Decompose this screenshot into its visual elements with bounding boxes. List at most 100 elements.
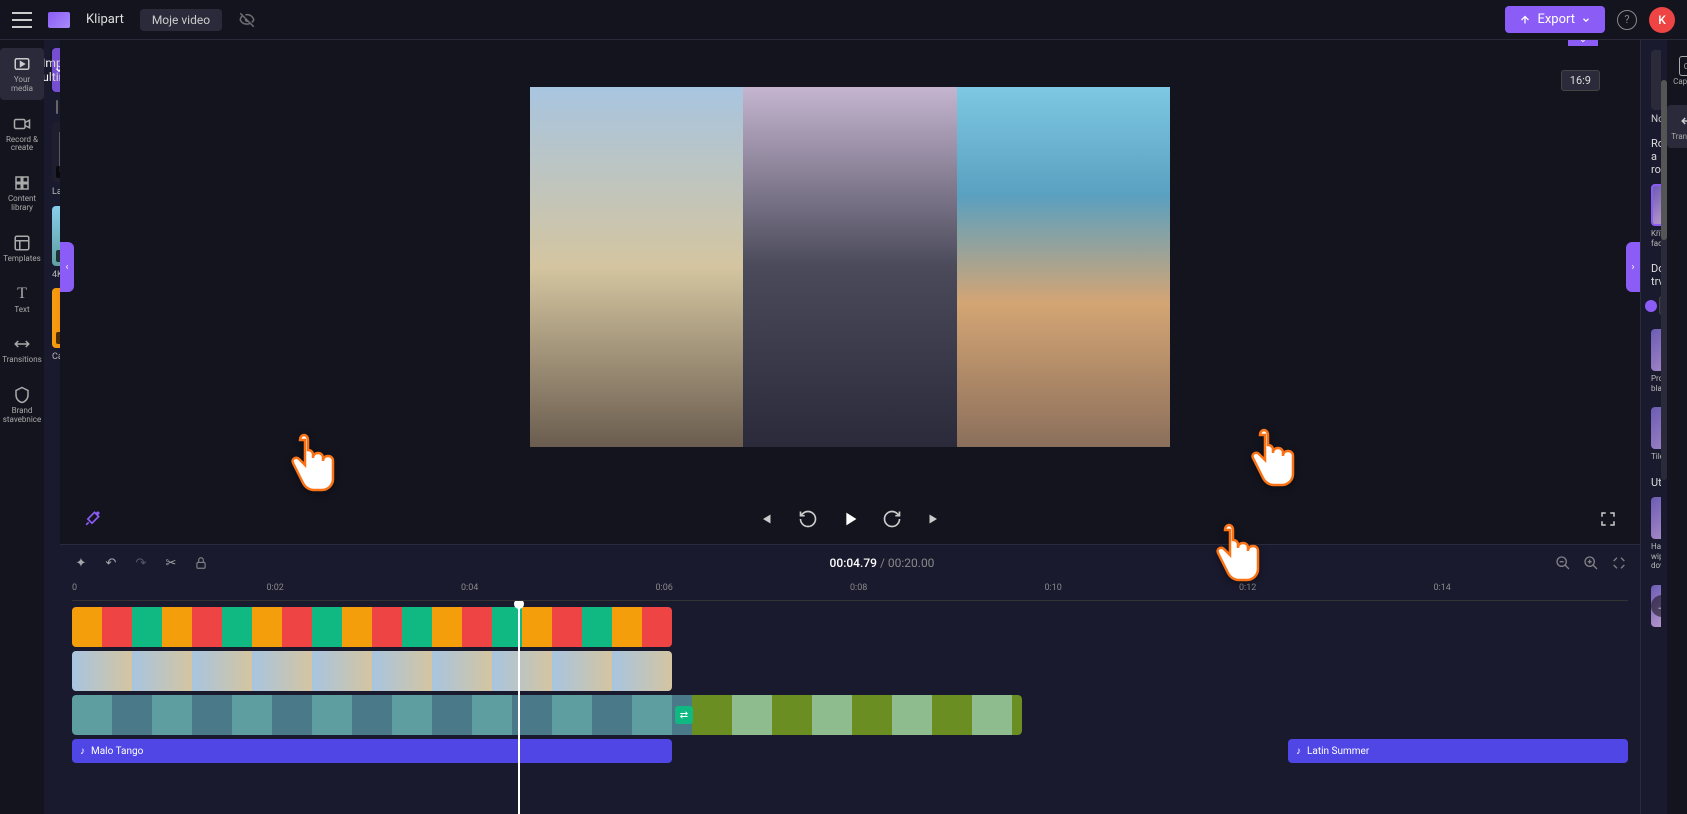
transition-item[interactable]: Prolnuthrough black — [1651, 329, 1661, 393]
nav-label: Templates — [3, 255, 40, 264]
transition-thumb — [1651, 184, 1661, 226]
nav-label: Brand stavebnice — [2, 407, 42, 425]
rewind-icon[interactable] — [796, 507, 820, 531]
timeline-collapse-handle[interactable]: ⌄ — [1568, 40, 1598, 46]
ruler-tick: 0:08 — [850, 583, 867, 593]
ruler-tick: 0 — [72, 583, 77, 593]
ruler-tick: 0:10 — [1045, 583, 1062, 593]
nav-brand-kit[interactable]: Brand stavebnice — [0, 379, 44, 431]
zoom-out-icon[interactable] — [1554, 554, 1572, 572]
video-track-clip[interactable] — [72, 607, 672, 647]
video-thumb: 0:10 — [52, 206, 60, 266]
tracks-container: ⇄ ♪ Malo Tango ♪ Latin Summer — [60, 601, 1640, 814]
preview-canvas[interactable] — [530, 87, 1170, 447]
nav-record-create[interactable]: Record & create — [0, 108, 44, 160]
transitions-icon — [12, 334, 32, 354]
audio-track-clip[interactable]: ♪ Malo Tango — [72, 739, 672, 763]
record-icon — [12, 114, 32, 134]
transition-item[interactable]: Tiles — [1651, 407, 1661, 462]
lock-icon[interactable] — [192, 554, 210, 572]
nav-captions[interactable]: CC Captions — [1667, 50, 1687, 93]
media-item[interactable]: 2:48 Latinské létoc — [52, 122, 60, 198]
preview-area: ‹ 16:9 › — [60, 40, 1640, 494]
transition-item[interactable]: → — [1651, 585, 1661, 627]
audio-clip-name: Malo Tango — [91, 746, 143, 757]
audio-thumb: 2:48 — [52, 122, 60, 182]
forward-icon[interactable] — [880, 507, 904, 531]
magic-wand-icon[interactable] — [80, 507, 104, 531]
music-note-icon: ♪ — [80, 746, 85, 757]
app-logo-icon — [48, 12, 70, 28]
arrow-right-icon: → — [1651, 595, 1661, 617]
center-area: ‹ 16:9 › ⌄ ✦ ↶ ↷ — [60, 40, 1640, 814]
zoom-fit-icon[interactable] — [1610, 554, 1628, 572]
transition-none[interactable] — [1651, 50, 1661, 110]
fullscreen-icon[interactable] — [1596, 507, 1620, 531]
aspect-ratio-badge[interactable]: 16:9 — [1561, 70, 1600, 91]
preview-pane — [957, 87, 1170, 447]
timeline-zoom — [1554, 554, 1628, 572]
playback-bar — [60, 494, 1640, 544]
audio-track-clip[interactable]: ♪ Latin Summer — [1288, 739, 1628, 763]
library-icon — [12, 173, 32, 193]
project-name-tab[interactable]: Moje video — [140, 9, 222, 31]
transition-item[interactable]: Křížek fade — [1651, 184, 1661, 248]
playhead[interactable] — [518, 601, 520, 814]
menu-icon[interactable] — [12, 12, 32, 28]
transition-marker-icon[interactable]: ⇄ — [675, 706, 693, 724]
import-media-button[interactable]: Import multimédií — [52, 48, 60, 92]
total-time: 00:20.00 — [888, 556, 935, 570]
sparkle-icon[interactable]: ✦ — [72, 554, 90, 572]
audio-track-row: ♪ Malo Tango ♪ Latin Summer — [72, 739, 1628, 763]
redo-icon[interactable]: ↷ — [132, 554, 150, 572]
media-item[interactable]: 0:10 Časoběrné polosběrné 4K @ — [52, 288, 60, 362]
chevron-down-icon — [1581, 15, 1591, 25]
export-button[interactable]: Export — [1505, 6, 1605, 33]
nav-your-media[interactable]: Your media — [0, 48, 44, 100]
skip-back-icon[interactable] — [754, 507, 778, 531]
main: Your media Record & create Content libra… — [0, 40, 1687, 814]
nav-label: Transitions — [2, 356, 42, 365]
nav-transitions[interactable]: Transitions — [0, 328, 44, 371]
skip-forward-icon[interactable] — [922, 507, 946, 531]
media-toolbar — [52, 100, 60, 114]
play-icon[interactable] — [838, 507, 862, 531]
media-name: 4K Time-lapse Sq. @ of empty @ — [52, 270, 60, 280]
topbar: Klipart Moje video Export ? K — [0, 0, 1687, 40]
nav-label: Transition — [1671, 133, 1687, 142]
brand-icon — [12, 385, 32, 405]
timeline-ruler[interactable]: 0 0:02 0:04 0:06 0:08 0:10 0:12 0:14 — [72, 581, 1628, 601]
nav-content-library[interactable]: Content library — [0, 167, 44, 219]
media-panel: Import multimédií 2:48 Latinské létoc 3:… — [44, 40, 60, 814]
media-name: Latinské léto — [52, 187, 60, 197]
media-name: Časoběrné polosběrné 4K @ — [52, 352, 60, 362]
media-icon — [12, 54, 32, 74]
import-dropdown-icon[interactable] — [50, 48, 60, 92]
visibility-off-icon[interactable] — [238, 11, 256, 29]
media-item[interactable]: 0:10 4K Time-lapse Sq. @ of empty @ — [52, 206, 60, 280]
transition-thumb — [1651, 407, 1661, 449]
transition-item[interactable]: ↓ Hard wipe downNew — [1651, 497, 1661, 571]
transition-icon — [1679, 111, 1687, 131]
video-track-clip[interactable] — [72, 651, 672, 691]
upload-icon — [1519, 14, 1531, 26]
video-track-clip[interactable] — [72, 695, 692, 735]
nav-transition[interactable]: Transition — [1667, 105, 1687, 148]
topbar-right: Export ? K — [1505, 6, 1675, 33]
split-icon[interactable]: ✂ — [162, 554, 180, 572]
leftnav: Your media Record & create Content libra… — [0, 40, 44, 814]
timeline-area: ⌄ ✦ ↶ ↷ ✂ 00:04.79 / 00:20.00 — [60, 544, 1640, 814]
collapse-left-handle[interactable]: ‹ — [60, 242, 74, 292]
slider-thumb[interactable] — [1645, 300, 1657, 312]
undo-icon[interactable]: ↶ — [102, 554, 120, 572]
zoom-in-icon[interactable] — [1582, 554, 1600, 572]
help-icon[interactable]: ? — [1617, 10, 1637, 30]
avatar[interactable]: K — [1649, 7, 1675, 33]
transition-label: Prolnuthrough black — [1651, 374, 1661, 393]
video-track-clip[interactable] — [692, 695, 1022, 735]
collapse-right-handle[interactable]: › — [1626, 242, 1640, 292]
transition-thumb: ↓ — [1651, 497, 1661, 539]
nav-text[interactable]: T Text — [0, 278, 44, 321]
nav-templates[interactable]: Templates — [0, 227, 44, 270]
app-name: Klipart — [86, 12, 124, 27]
